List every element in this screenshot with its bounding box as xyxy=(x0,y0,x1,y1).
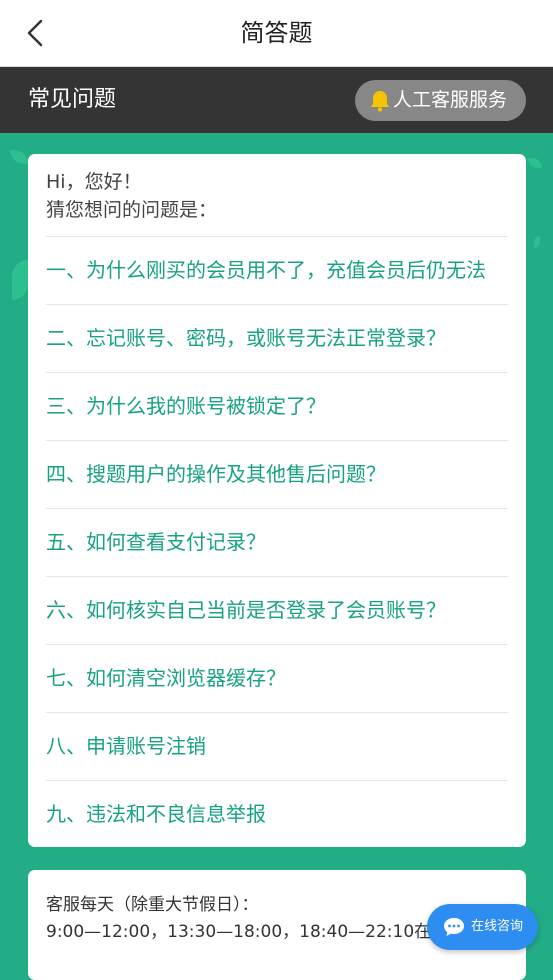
faq-card: Hi，您好！ 猜您想问的问题是： 一、为什么刚买的会员用不了，充值会员后仍无法 … xyxy=(28,154,526,847)
greeting-line-1: Hi，您好！ xyxy=(46,171,142,193)
question-item[interactable]: 三、为什么我的账号被锁定了？ xyxy=(46,372,508,440)
question-list: 一、为什么刚买的会员用不了，充值会员后仍无法 二、忘记账号、密码，或账号无法正常… xyxy=(46,236,508,848)
service-hours-label: 客服每天（除重大节假日）： xyxy=(46,895,259,915)
question-item[interactable]: 八、申请账号注销 xyxy=(46,712,508,780)
background-decoration xyxy=(10,150,28,164)
background-decoration xyxy=(528,158,542,168)
faq-title: 常见问题 xyxy=(28,87,117,112)
background-decoration xyxy=(534,236,540,248)
question-item[interactable]: 七、如何清空浏览器缓存？ xyxy=(46,644,508,712)
question-item[interactable]: 五、如何查看支付记录？ xyxy=(46,508,508,576)
service-button-label: 人工客服服务 xyxy=(393,89,508,111)
service-hours-times: 9:00—12:00，13:30—18:00，18:40—22:10在线 xyxy=(46,922,449,942)
online-consult-button[interactable]: 在线咨询 xyxy=(427,904,538,950)
greeting: Hi，您好！ 猜您想问的问题是： xyxy=(46,168,217,224)
question-item[interactable]: 六、如何核实自己当前是否登录了会员账号？ xyxy=(46,576,508,644)
bell-icon xyxy=(371,91,389,112)
question-item[interactable]: 二、忘记账号、密码，或账号无法正常登录？ xyxy=(46,304,508,372)
page-title: 简答题 xyxy=(240,19,313,47)
question-item[interactable]: 一、为什么刚买的会员用不了，充值会员后仍无法 xyxy=(46,236,508,304)
chat-bubble-icon xyxy=(444,918,464,936)
top-navigation-bar: 简答题 xyxy=(0,0,553,67)
faq-header-bar: 常见问题 人工客服服务 xyxy=(0,67,553,133)
question-item[interactable]: 四、搜题用户的操作及其他售后问题？ xyxy=(46,440,508,508)
greeting-line-2: 猜您想问的问题是： xyxy=(46,199,218,221)
background-decoration xyxy=(12,260,28,300)
human-service-button[interactable]: 人工客服服务 xyxy=(355,80,526,121)
consult-button-label: 在线咨询 xyxy=(471,919,524,934)
question-item[interactable]: 九、违法和不良信息举报 xyxy=(46,780,508,848)
